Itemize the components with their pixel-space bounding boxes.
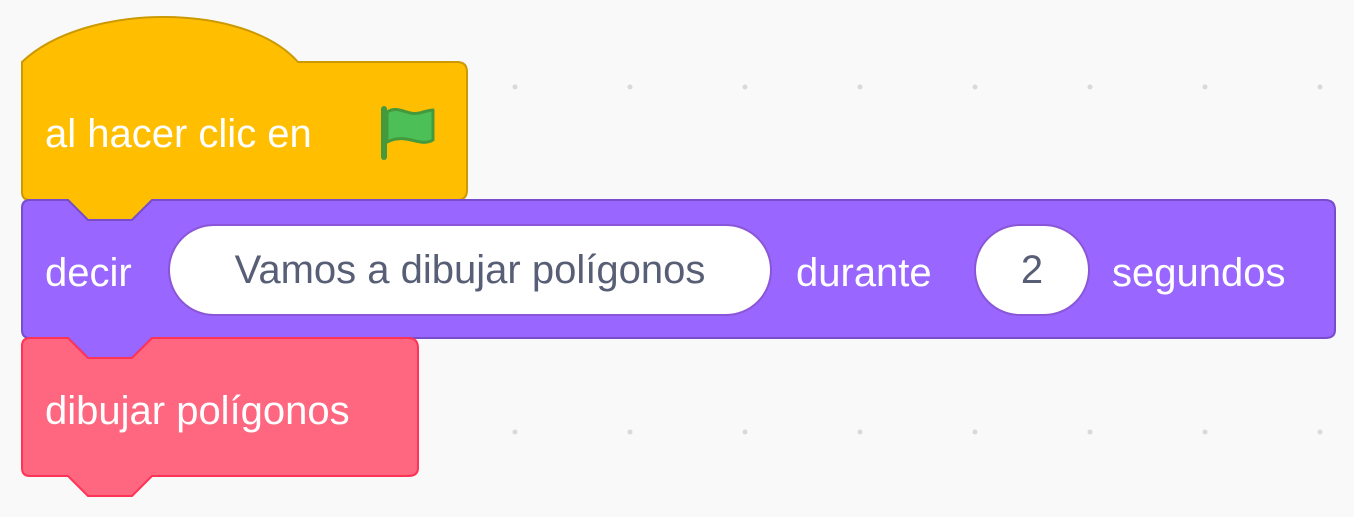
scripts-workspace[interactable]: al hacer clic en decir Vamos a dibujar p… <box>0 0 1354 517</box>
say-prefix-label: decir <box>45 251 132 295</box>
say-middle-label: durante <box>796 251 932 295</box>
green-flag-icon <box>381 106 435 160</box>
seconds-input[interactable]: 2 <box>974 224 1090 316</box>
say-suffix-label: segundos <box>1112 251 1286 295</box>
message-input[interactable]: Vamos a dibujar polígonos <box>168 224 772 316</box>
when-flag-clicked-label: al hacer clic en <box>45 112 312 156</box>
draw-polygons-label: dibujar polígonos <box>45 389 350 433</box>
